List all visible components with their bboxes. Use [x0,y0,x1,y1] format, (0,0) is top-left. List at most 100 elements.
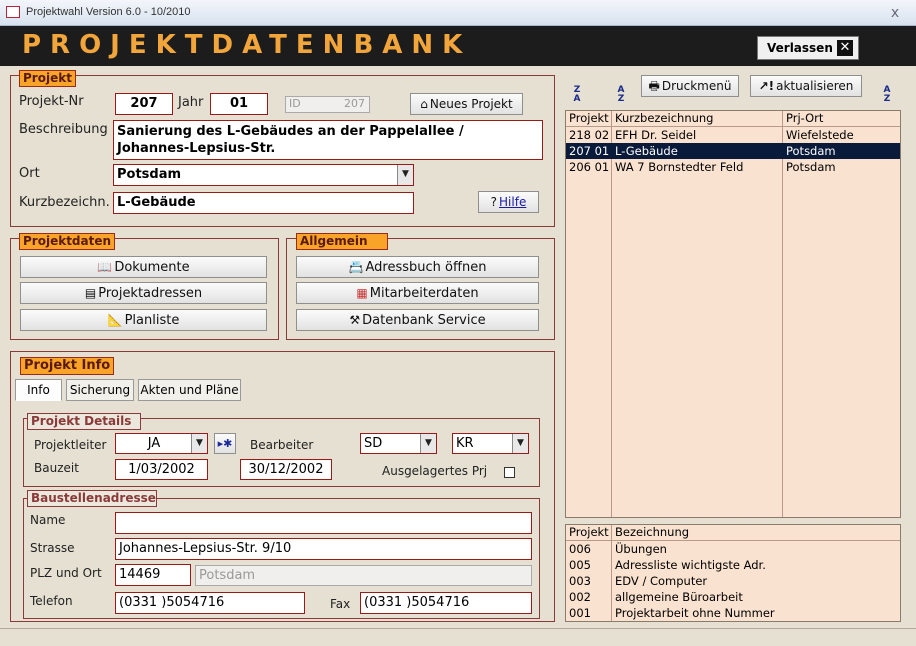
adressbuch-button[interactable]: 📇 Adressbuch öffnen [296,256,539,278]
projektleiter-label: Projektleiter [34,438,107,452]
refresh-label: aktualisieren [776,79,854,93]
team-icon: ▦ [356,286,368,300]
chevron-down-icon[interactable]: ▼ [191,434,207,453]
new-project-button[interactable]: ⌂ Neues Projekt [410,93,523,115]
new-project-label: Neues Projekt [429,97,513,111]
help-button[interactable]: ? Hilfe [478,191,539,213]
status-bar [0,628,916,646]
refresh-button[interactable]: ↗! aktualisieren [750,75,862,97]
adressbuch-label: Adressbuch öffnen [365,260,487,275]
sort-az-icon[interactable]: AZ [611,86,631,108]
chevron-down-icon[interactable]: ▼ [397,165,413,185]
tab-sicherung[interactable]: Sicherung [66,379,134,401]
datenbank-service-button[interactable]: ⚒ Datenbank Service [296,309,539,331]
planliste-button[interactable]: 📐 Planliste [20,309,267,331]
table-row[interactable]: 218 02 EFH Dr. Seidel Wiefelstede [566,127,900,143]
datenbank-service-label: Datenbank Service [362,313,486,328]
table-cell: L-Gebäude [615,144,678,158]
dokumente-button[interactable]: 📖 Dokumente [20,256,267,278]
refresh-icon: ↗! [758,79,775,93]
projektleiter-value: JA [147,436,161,451]
help-icon: ? [490,195,498,209]
fax-label: Fax [330,597,351,611]
name-field[interactable] [115,512,532,534]
projekt-info-group-title: Projekt Info [20,357,115,375]
telefon-field[interactable]: (0331 )5054716 [115,592,305,614]
list-item[interactable]: 003 EDV / Computer [566,573,900,589]
window-close-icon[interactable]: x [885,4,905,22]
table-cell: Übungen [615,542,667,556]
table-cell: Potsdam [786,160,836,174]
ort-display-field: Potsdam [195,565,532,586]
help-label: Hilfe [499,195,527,209]
category-list-header: Projekt Bezeichnung [566,525,900,540]
strasse-field[interactable]: Johannes-Lepsius-Str. 9/10 [115,538,532,560]
header-projekt[interactable]: Projekt [566,525,611,540]
category-list[interactable]: Projekt Bezeichnung 006 Übungen 005 Adressl… [565,524,901,622]
sort-za-icon[interactable]: ZA [567,86,587,108]
book-icon: 📖 [97,260,113,274]
chevron-down-icon[interactable]: ▼ [512,434,528,453]
list-item[interactable]: 006 Übungen [566,541,900,557]
project-list[interactable]: Projekt Kurzbezeichnung Prj-Ort 218 02 EF… [565,110,901,518]
tab-akten-plaene[interactable]: Akten und Pläne [138,379,241,401]
jahr-label: Jahr [178,95,204,110]
assign-leader-button[interactable]: ▸✱ [214,433,236,454]
plz-field[interactable]: 14469 [115,564,191,586]
table-cell: Wiefelstede [786,128,854,142]
list-item[interactable]: 002 allgemeine Büroarbeit [566,589,900,605]
print-menu-button[interactable]: 🖶 Druckmenü [641,75,739,97]
id-value: 207 [344,97,365,110]
table-row[interactable]: 206 01 WA 7 Bornstedter Feld Potsdam [566,159,900,175]
exit-button-label: Verlassen [767,41,833,55]
bauzeit-end-field[interactable]: 30/12/2002 [240,459,332,480]
table-cell: allgemeine Büroarbeit [615,590,743,604]
exit-button[interactable]: Verlassen ✕ [757,36,859,60]
table-cell: 006 [569,542,591,556]
projektleiter-select[interactable]: JA ▼ [115,433,208,454]
beschreibung-field[interactable]: Sanierung des L-Gebäudes an der Pappelal… [113,120,543,160]
app-header: PROJEKTDATENBANK Verlassen ✕ [0,26,916,66]
bearbeiter-label: Bearbeiter [250,438,314,452]
fax-field[interactable]: (0331 )5054716 [360,592,532,614]
app-icon [6,6,20,18]
table-cell: 001 [569,606,591,620]
projekt-details-title: Projekt Details [27,413,141,430]
kurzbezeichnung-field[interactable]: L-Gebäude [113,192,414,214]
table-row[interactable]: 207 01 L-Gebäude Potsdam [566,143,900,159]
bearbeiter-2-select[interactable]: KR ▼ [452,433,529,454]
project-list-header: Projekt Kurzbezeichnung Prj-Ort [566,111,900,126]
bauzeit-start-field[interactable]: 1/03/2002 [115,459,208,480]
tab-info[interactable]: Info [15,379,62,401]
window-title: Projektwahl Version 6.0 - 10/2010 [26,6,191,18]
bearbeiter-1-select[interactable]: SD ▼ [360,433,437,454]
projekt-nr-field[interactable]: 207 [115,93,173,115]
chevron-down-icon[interactable]: ▼ [420,434,436,453]
printer-icon: 🖶 [648,79,660,93]
list-item[interactable]: 001 Projektarbeit ohne Nummer [566,605,900,621]
bearbeiter-2-value: KR [456,436,474,451]
tools-icon: ⚒ [349,313,361,327]
header-kurzbezeichnung[interactable]: Kurzbezeichnung [612,111,782,126]
table-cell: 005 [569,558,591,572]
ausgelagert-checkbox[interactable] [504,467,515,478]
projekt-nr-label: Projekt-Nr [19,94,84,109]
projektdaten-group-title: Projektdaten [19,233,116,250]
jahr-field[interactable]: 01 [210,93,268,115]
mitarbeiterdaten-button[interactable]: ▦ Mitarbeiterdaten [296,282,539,304]
sort-az-ort-icon[interactable]: AZ [877,86,897,108]
table-cell: 206 01 [569,160,610,174]
header-projekt[interactable]: Projekt [566,111,611,126]
ort-select[interactable]: Potsdam ▼ [113,164,414,186]
header-bezeichnung[interactable]: Bezeichnung [612,525,900,540]
planliste-label: Planliste [124,313,180,328]
table-cell: Potsdam [786,144,836,158]
print-menu-label: Druckmenü [661,79,732,93]
projektadressen-button[interactable]: ▤ Projektadressen [20,282,267,304]
header-prj-ort[interactable]: Prj-Ort [783,111,900,126]
table-cell: Adressliste wichtigste Adr. [615,558,766,572]
ort-select-value: Potsdam [117,167,182,182]
list-item[interactable]: 005 Adressliste wichtigste Adr. [566,557,900,573]
close-icon: ✕ [837,40,853,56]
id-label: ID [289,97,301,110]
